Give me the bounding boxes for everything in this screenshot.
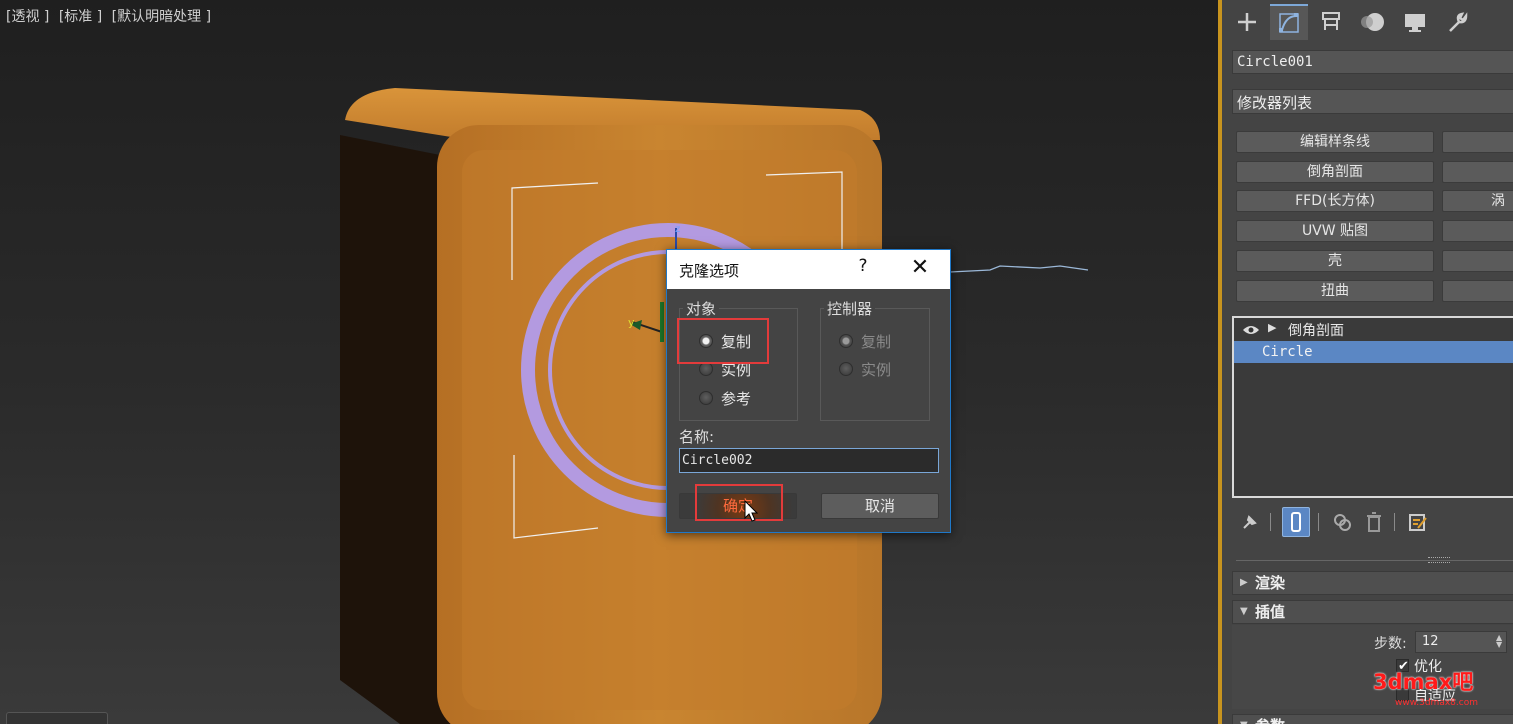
- toolbar-separator: [1270, 513, 1271, 531]
- viewport-label-mode[interactable]: [标准 ]: [59, 9, 102, 25]
- end-result-icon: [1291, 512, 1301, 532]
- modifier-button-right-6[interactable]: [1442, 280, 1513, 302]
- watermark-logo: 3dmax吧: [1373, 670, 1474, 694]
- controller-radio-instance-label: 实例: [861, 361, 892, 379]
- viewport-status-tab: [6, 712, 108, 724]
- make-unique-button[interactable]: [1328, 507, 1356, 537]
- modifier-button-right-5[interactable]: [1442, 250, 1513, 272]
- configure-icon: [1409, 514, 1427, 531]
- highlight-copy-option: [677, 318, 769, 364]
- modifier-button-right-1[interactable]: [1442, 131, 1513, 153]
- plus-icon: [1238, 13, 1256, 31]
- cancel-button[interactable]: 取消: [821, 493, 939, 519]
- svg-text:z: z: [675, 224, 680, 235]
- monitor-icon: [1405, 14, 1425, 32]
- tab-create[interactable]: [1228, 4, 1266, 40]
- viewport-scene[interactable]: z y: [0, 0, 1218, 724]
- show-end-result-button[interactable]: [1282, 507, 1310, 537]
- stack-item-circle[interactable]: Circle: [1234, 341, 1513, 363]
- controller-radio-copy[interactable]: 复制: [839, 330, 919, 352]
- steps-spinner[interactable]: 12: [1415, 631, 1507, 653]
- modifier-list-dropdown[interactable]: 修改器列表: [1232, 89, 1513, 114]
- modifier-stack[interactable]: ▶ 倒角剖面 Circle: [1232, 316, 1513, 498]
- configure-modifier-sets-button[interactable]: [1404, 507, 1432, 537]
- modifier-button-uvw-map[interactable]: UVW 贴图: [1236, 220, 1434, 242]
- controller-group-title: 控制器: [824, 298, 876, 319]
- modifier-button-edit-spline[interactable]: 编辑样条线: [1236, 131, 1434, 153]
- name-input[interactable]: [679, 448, 939, 473]
- pin-stack-button[interactable]: [1236, 507, 1264, 537]
- watermark-url: www.3dmax8.com: [1395, 698, 1478, 708]
- viewport-label[interactable]: [透视 ] [标准 ] [默认明暗处理 ]: [6, 6, 216, 26]
- highlight-ok-button: [695, 484, 783, 521]
- tab-modify[interactable]: [1270, 4, 1308, 40]
- expanded-arrow-icon: ▼: [1240, 606, 1248, 617]
- stack-item-bevel-profile[interactable]: ▶ 倒角剖面: [1234, 319, 1513, 341]
- trash-icon: [1367, 512, 1381, 532]
- object-group-title: 对象: [683, 298, 720, 319]
- dialog-titlebar[interactable]: 克隆选项 ? ✕: [667, 250, 950, 289]
- spline-line: [949, 265, 1089, 273]
- controller-radio-copy-label: 复制: [861, 333, 892, 351]
- toolbar-separator: [1318, 513, 1319, 531]
- modifier-button-bevel-profile[interactable]: 倒角剖面: [1236, 161, 1434, 183]
- tab-motion[interactable]: [1354, 4, 1392, 40]
- stack-item-label: 倒角剖面: [1288, 323, 1344, 339]
- tab-utilities[interactable]: [1438, 4, 1476, 40]
- make-unique-icon: [1334, 514, 1351, 531]
- perspective-viewport[interactable]: z y [透视 ] [标准 ] [默认明暗处理 ]: [0, 0, 1218, 724]
- modifier-button-shell[interactable]: 壳: [1236, 250, 1434, 272]
- expanded-arrow-icon: ▼: [1240, 715, 1248, 724]
- steps-label: 步数:: [1374, 636, 1407, 652]
- expand-arrow-icon[interactable]: ▶: [1268, 321, 1276, 334]
- wrench-icon: [1449, 12, 1468, 32]
- rollout-rendering[interactable]: ▶ 渲染: [1232, 571, 1513, 595]
- modify-curve-icon: [1279, 13, 1299, 33]
- svg-text:y: y: [628, 316, 635, 329]
- toolbar-separator: [1394, 513, 1395, 531]
- panel-divider: [1236, 560, 1513, 561]
- radio-reference-label: 参考: [721, 390, 752, 408]
- rollout-interpolation-title: 插值: [1255, 603, 1286, 621]
- command-panel-tabs: [1226, 4, 1513, 40]
- modifier-button-right-4[interactable]: [1442, 220, 1513, 242]
- viewport-label-shading[interactable]: [默认明暗处理 ]: [112, 9, 211, 25]
- mouse-cursor-icon: [744, 500, 759, 522]
- tab-hierarchy[interactable]: [1312, 4, 1350, 40]
- remove-modifier-button[interactable]: [1360, 507, 1388, 537]
- name-label: 名称:: [679, 428, 715, 446]
- controller-radio-instance[interactable]: 实例: [839, 358, 919, 380]
- dialog-title: 克隆选项: [679, 262, 740, 280]
- help-icon[interactable]: ?: [853, 256, 873, 276]
- rollout-parameters[interactable]: ▼ 参数: [1232, 714, 1513, 724]
- modifier-button-right-3[interactable]: 涡: [1442, 190, 1513, 212]
- radio-reference[interactable]: 参考: [699, 387, 779, 409]
- motion-icon: [1361, 13, 1384, 31]
- command-panel: Circle001 修改器列表 编辑样条线 倒角剖面 FFD(长方体) UVW …: [1218, 0, 1513, 724]
- rollout-interpolation[interactable]: ▼ 插值: [1232, 600, 1513, 624]
- tab-display[interactable]: [1396, 4, 1434, 40]
- modifier-button-right-2[interactable]: [1442, 161, 1513, 183]
- radio-dot[interactable]: [839, 334, 853, 348]
- stack-toolbar: [1236, 507, 1436, 537]
- viewport-label-view[interactable]: [透视 ]: [6, 9, 49, 25]
- rollout-parameters-title: 参数: [1255, 717, 1285, 724]
- divider-grip[interactable]: [1428, 557, 1450, 563]
- radio-dot[interactable]: [839, 362, 853, 376]
- spinner-arrows-icon[interactable]: ▲ ▼: [1496, 634, 1502, 649]
- modifier-button-twist[interactable]: 扭曲: [1236, 280, 1434, 302]
- collapsed-arrow-icon: ▶: [1240, 577, 1248, 588]
- modifier-button-ffd-box[interactable]: FFD(长方体): [1236, 190, 1434, 212]
- close-icon[interactable]: ✕: [907, 255, 933, 281]
- pin-icon: [1243, 515, 1257, 529]
- radio-dot[interactable]: [699, 391, 713, 405]
- eye-icon[interactable]: [1242, 324, 1260, 336]
- radio-dot[interactable]: [699, 362, 713, 376]
- hierarchy-icon: [1322, 12, 1340, 30]
- object-name-field[interactable]: Circle001: [1232, 50, 1513, 74]
- rollout-rendering-title: 渲染: [1255, 574, 1286, 592]
